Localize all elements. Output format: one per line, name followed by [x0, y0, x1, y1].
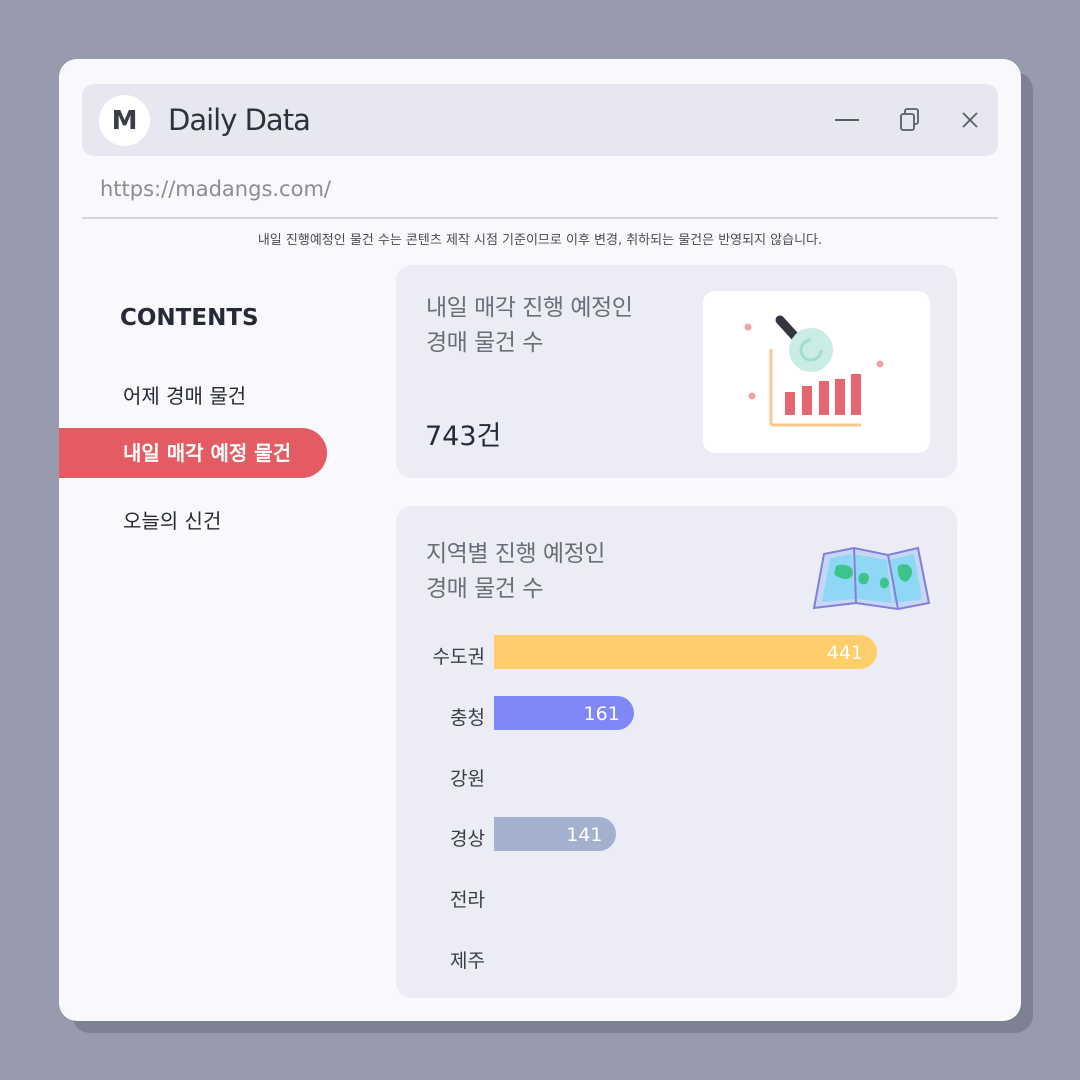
- restore-icon: [900, 108, 919, 131]
- app-logo: M: [99, 95, 150, 146]
- bar-chungcheong: 161: [494, 696, 634, 730]
- bar-label: 수도권: [432, 646, 485, 668]
- summary-title: 내일 매각 진행 예정인 경매 물건 수: [426, 291, 633, 361]
- bar-label: 강원: [450, 768, 485, 790]
- summary-title-line1: 내일 매각 진행 예정인: [426, 295, 633, 321]
- bar-label: 경상: [450, 828, 485, 850]
- bar-value: 141: [566, 824, 603, 846]
- summary-title-line2: 경매 물건 수: [426, 330, 543, 356]
- notice-text: 내일 진행예정인 물건 수는 콘텐츠 제작 시점 기준이므로 이후 변경, 취하…: [257, 233, 823, 248]
- url-divider: [82, 217, 998, 219]
- region-row-sudogwon: 수도권 441: [396, 635, 957, 675]
- close-button[interactable]: [954, 104, 986, 136]
- restore-button[interactable]: [894, 104, 926, 136]
- region-row-gangwon: 강원: [396, 757, 957, 797]
- bar-label: 충청: [450, 707, 485, 729]
- region-row-jeju: 제주: [396, 939, 957, 979]
- title-bar: M Daily Data: [82, 84, 998, 156]
- analytics-illustration: [703, 291, 930, 453]
- regional-card: 지역별 진행 예정인 경매 물건 수 수도권 441 충청 161 강원 경상 …: [396, 506, 957, 998]
- regional-title: 지역별 진행 예정인 경매 물건 수: [426, 537, 605, 607]
- url-text[interactable]: https://madangs.com/: [100, 177, 331, 201]
- bar-value: 441: [826, 642, 863, 664]
- summary-card: 내일 매각 진행 예정인 경매 물건 수 743건: [396, 265, 957, 478]
- bar-label: 전라: [450, 889, 485, 911]
- bar-sudogwon: 441: [494, 635, 877, 669]
- nav-item-yesterday-auctions[interactable]: 어제 경매 물건: [59, 371, 246, 421]
- nav-item-today-new[interactable]: 오늘의 신건: [59, 496, 221, 546]
- app-window: M Daily Data https://madangs.com/ 내일 진행예…: [59, 59, 1021, 1021]
- minimize-icon: [835, 119, 859, 121]
- close-icon: [962, 112, 978, 128]
- region-row-gyeongsang: 경상 141: [396, 817, 957, 857]
- nav-item-tomorrow-sales[interactable]: 내일 매각 예정 물건: [59, 428, 327, 478]
- region-row-chungcheong: 충청 161: [396, 696, 957, 736]
- summary-count: 743건: [425, 421, 502, 452]
- app-title: Daily Data: [168, 103, 311, 137]
- bar-gyeongsang: 141: [494, 817, 617, 851]
- regional-title-line1: 지역별 진행 예정인: [426, 541, 605, 567]
- folded-map-icon: [812, 546, 931, 611]
- bar-label: 제주: [450, 950, 485, 972]
- region-row-jeolla: 전라: [396, 878, 957, 918]
- regional-title-line2: 경매 물건 수: [426, 576, 543, 602]
- bar-value: 161: [583, 703, 620, 725]
- magnifier-chart-icon: [744, 315, 884, 427]
- contents-title: CONTENTS: [120, 305, 259, 331]
- minimize-button[interactable]: [831, 104, 863, 136]
